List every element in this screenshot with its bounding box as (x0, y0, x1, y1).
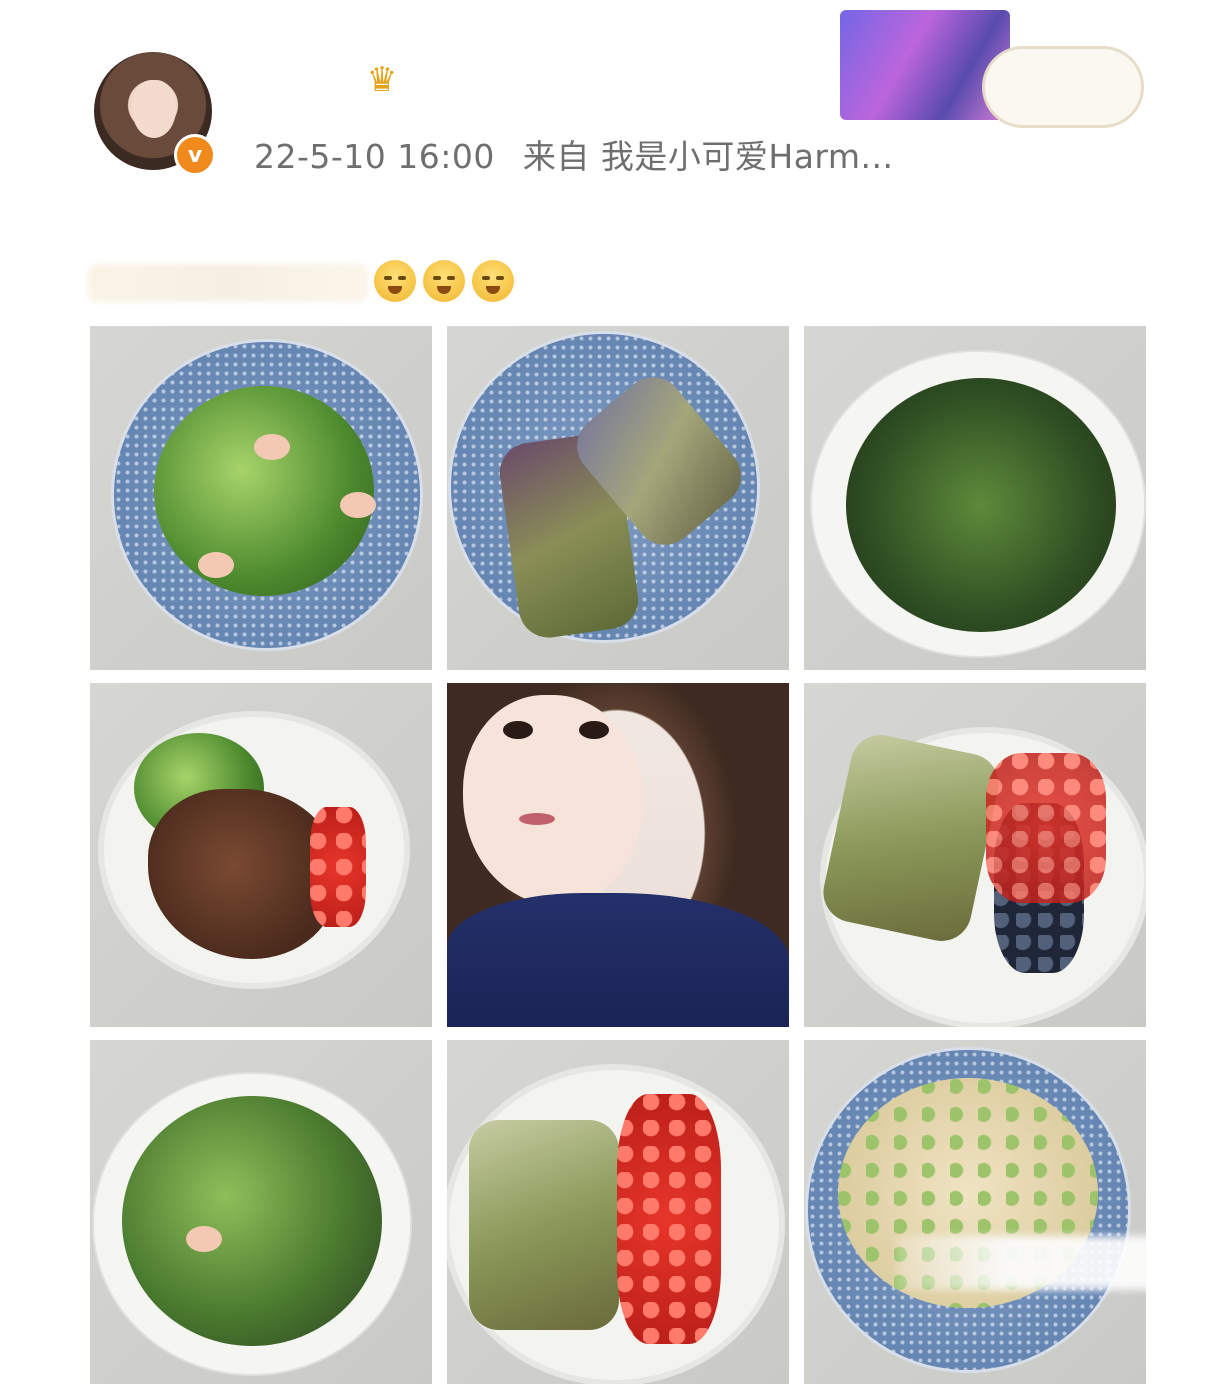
eye (503, 721, 533, 739)
crown-icon: ♛ (366, 60, 398, 100)
photo-eggplant-rolls[interactable] (447, 326, 789, 670)
photo-spring-rolls-tomatoes[interactable] (447, 1040, 789, 1384)
blue-plate (114, 342, 420, 648)
spring-roll (817, 729, 1005, 947)
shrimp (340, 492, 376, 518)
photo-seaweed-soup[interactable] (804, 326, 1146, 670)
face (463, 695, 643, 905)
photo-shrimp-broccoli[interactable] (90, 326, 432, 670)
seaweed-greens (846, 378, 1116, 632)
smiling-face-icon (374, 260, 416, 302)
vegetable-soup (122, 1096, 382, 1346)
post-meta: 22-5-10 16:00 来自 我是小可爱Harm... (254, 130, 894, 176)
photo-beef-broccoli[interactable] (90, 683, 432, 1027)
tomatoes (310, 807, 366, 927)
spring-roll (469, 1120, 619, 1330)
blurred-watermark (896, 1236, 1166, 1290)
white-bowl (812, 352, 1144, 656)
photo-grid (90, 326, 1146, 1384)
tomatoes (617, 1094, 721, 1344)
tomatoes (986, 753, 1106, 903)
sweater (447, 893, 789, 1027)
lips (519, 813, 555, 825)
post-header: v ♛ 22-5-10 16:00 来自 我是小可爱Harm... (0, 0, 1230, 240)
broccoli-food (154, 386, 374, 596)
blue-plate (451, 334, 757, 642)
photo-chicken-cucumber[interactable] (804, 1040, 1146, 1384)
white-plate (449, 1070, 779, 1380)
photo-shrimp-soup[interactable] (90, 1040, 432, 1384)
post-source-device[interactable]: 我是小可爱Harm... (601, 137, 894, 176)
white-bowl (94, 1074, 410, 1374)
eye (579, 721, 609, 739)
avatar-face (132, 80, 176, 138)
post-source-prefix: 来自 (522, 137, 590, 176)
white-plate (104, 717, 404, 983)
shrimp (186, 1226, 222, 1252)
verified-icon: v (174, 134, 216, 176)
shrimp (254, 434, 290, 460)
follow-button[interactable] (982, 46, 1144, 128)
smiling-face-icon (472, 260, 514, 302)
photo-spring-rolls-berries[interactable] (804, 683, 1146, 1027)
photo-selfie[interactable] (447, 683, 789, 1027)
blurred-post-text (88, 264, 368, 302)
smiling-face-icon (423, 260, 465, 302)
blue-plate (808, 1050, 1128, 1370)
white-plate (817, 729, 1144, 1023)
shrimp (198, 552, 234, 578)
post-timestamp: 22-5-10 16:00 (254, 137, 495, 176)
emoji-row (374, 260, 521, 302)
